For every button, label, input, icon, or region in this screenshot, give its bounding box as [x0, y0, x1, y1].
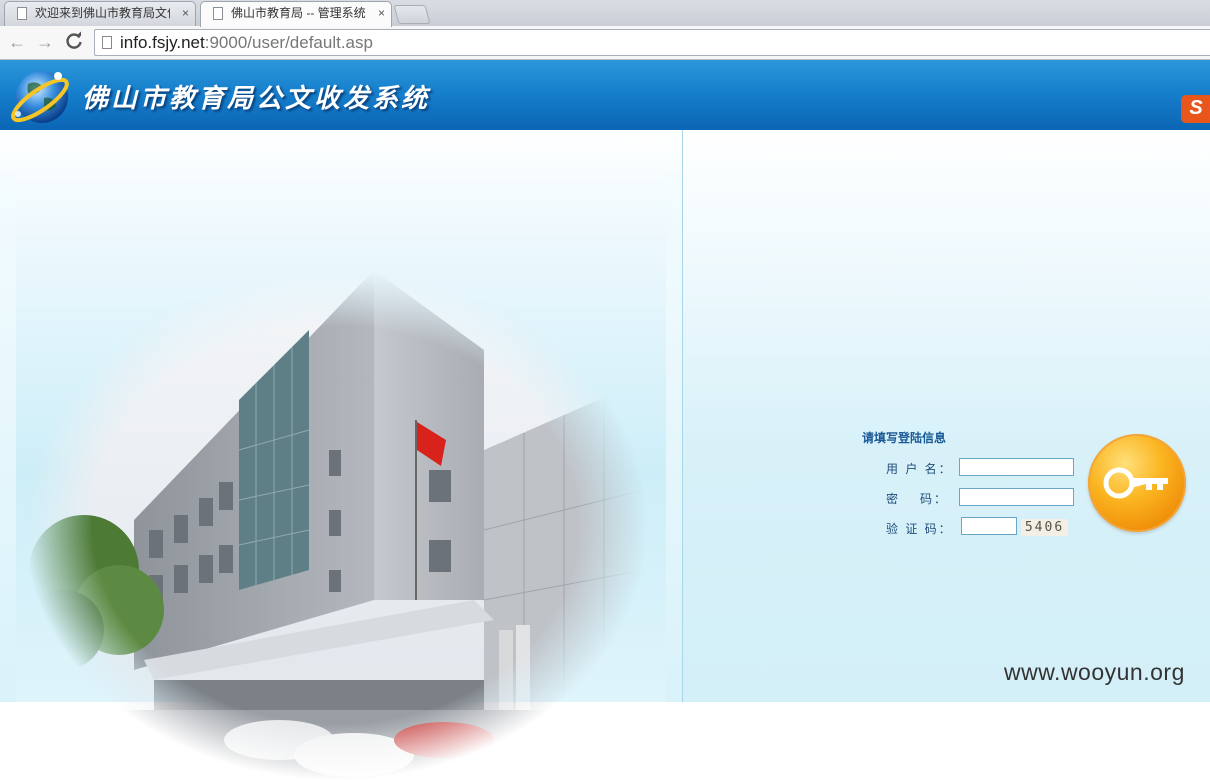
page-icon [213, 7, 223, 20]
browser-tab-1[interactable]: 欢迎来到佛山市教育局文件 × [4, 1, 196, 26]
login-heading: 请填写登陆信息 [862, 431, 947, 445]
forward-arrow-icon[interactable]: → [34, 31, 56, 53]
password-label-part-a: 密 [886, 492, 901, 506]
reload-icon[interactable] [63, 31, 85, 53]
captcha-image[interactable]: 5406 [1021, 519, 1068, 536]
left-panel [0, 130, 682, 780]
page-icon [17, 7, 27, 20]
url-text: info.fsjy.net:9000/user/default.asp [120, 32, 373, 53]
page-icon [102, 36, 112, 49]
verification-code-label: 验 证 码： [886, 522, 953, 536]
globe-icon [11, 71, 69, 123]
tab-strip: 欢迎来到佛山市教育局文件 × 佛山市教育局 -- 管理系统 × [0, 0, 1210, 27]
tab-close-button[interactable]: × [378, 2, 385, 25]
tab-title: 欢迎来到佛山市教育局文件 [35, 6, 170, 20]
left-panel-inner [16, 130, 666, 780]
tab-close-button[interactable]: × [182, 2, 189, 25]
key-icon [1103, 467, 1168, 499]
watermark: www.wooyun.org [1004, 659, 1185, 685]
url-path: :9000/user/default.asp [204, 33, 373, 52]
site-header: 佛山市教育局公文收发系统 S [0, 60, 1210, 130]
password-label-part-b: 码： [920, 492, 949, 506]
new-tab-button[interactable] [393, 5, 431, 24]
url-host: info.fsjy.net [120, 33, 205, 52]
browser-toolbar: ← → info.fsjy.net:9000/user/default.asp [0, 26, 1210, 60]
sogou-icon[interactable]: S [1181, 95, 1210, 123]
password-label: 密 码： [886, 490, 948, 507]
verification-code-input[interactable] [961, 517, 1017, 535]
address-bar[interactable]: info.fsjy.net:9000/user/default.asp [94, 29, 1210, 56]
login-submit-button[interactable] [1088, 434, 1186, 532]
username-label: 用 户 名： [886, 462, 953, 476]
right-panel [683, 130, 1210, 702]
site-title: 佛山市教育局公文收发系统 [82, 84, 431, 114]
browser-tab-2[interactable]: 佛山市教育局 -- 管理系统 × [200, 1, 392, 27]
tab-title: 佛山市教育局 -- 管理系统 [231, 6, 366, 20]
building-photo [24, 270, 649, 780]
password-input[interactable] [959, 488, 1074, 506]
back-arrow-icon[interactable]: ← [6, 31, 28, 53]
username-input[interactable] [959, 458, 1074, 476]
